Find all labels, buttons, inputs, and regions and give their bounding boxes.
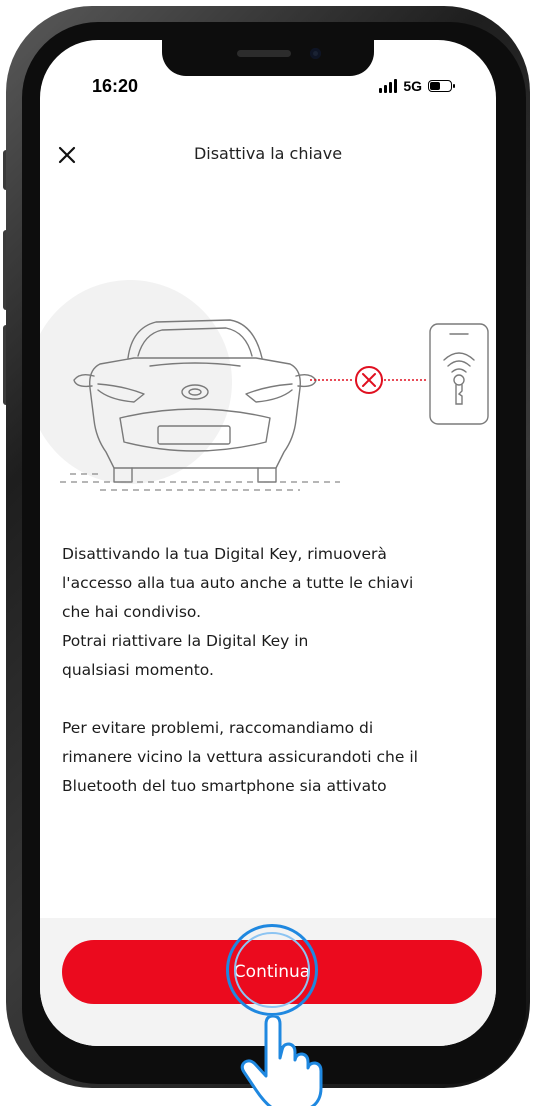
footer-bar: Continua: [40, 918, 496, 1046]
battery-level: [430, 82, 440, 90]
background-circle: [40, 280, 232, 484]
description-line: Potrai riattivare la Digital Key in: [62, 632, 309, 650]
status-time: 16:20: [92, 76, 139, 96]
error-circle-icon: [355, 366, 383, 394]
description-line: Per evitare problemi, raccomandiamo di: [62, 719, 374, 737]
device-mockup: 16:20 5G Disattiva la chiave Disattivand…: [0, 0, 536, 1106]
description-text: Disattivando la tua Digital Key, rimuove…: [62, 540, 482, 801]
description-line: qualsiasi momento.: [62, 661, 214, 679]
header: Disattiva la chiave: [40, 140, 496, 174]
speaker-grille: [237, 50, 291, 57]
phone-screen: 16:20 5G Disattiva la chiave Disattivand…: [40, 40, 496, 1046]
description-line: l'accesso alla tua auto anche a tutte le…: [62, 574, 414, 592]
network-type: 5G: [403, 78, 422, 94]
description-line: rimanere vicino la vettura assicurandoti…: [62, 748, 418, 766]
page-title: Disattiva la chiave: [193, 144, 343, 163]
description-line: Bluetooth del tuo smartphone sia attivat…: [62, 777, 387, 795]
deactivate-key-illustration: [40, 280, 489, 491]
front-camera-icon: [310, 48, 321, 59]
phone-key-icon: [429, 323, 489, 425]
description-line: Disattivando la tua Digital Key, rimuove…: [62, 545, 387, 563]
status-indicators: 5G: [379, 78, 455, 94]
battery-icon: [428, 80, 455, 92]
continue-button[interactable]: Continua: [62, 940, 482, 1004]
signal-icon: [379, 79, 398, 93]
description-line: che hai condiviso.: [62, 603, 202, 621]
notch: [162, 40, 374, 76]
